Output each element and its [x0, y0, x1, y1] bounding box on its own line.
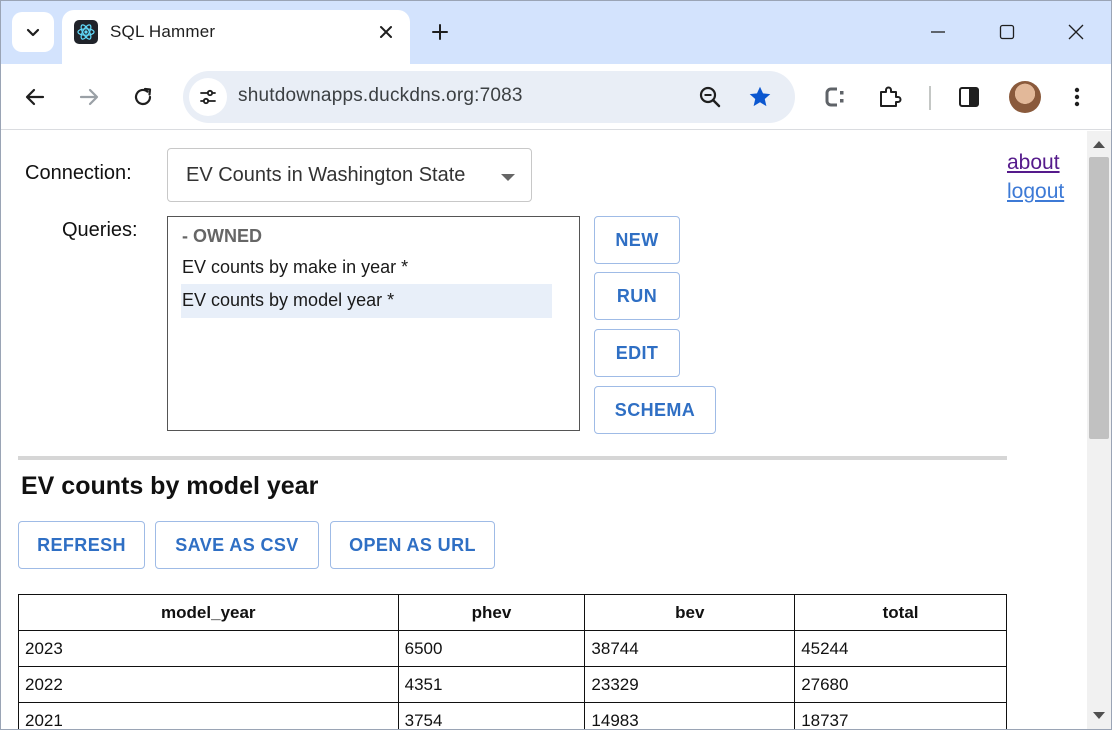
- minimize-icon: [931, 31, 945, 33]
- logout-link[interactable]: logout: [1007, 180, 1064, 204]
- column-header-model-year: model_year: [18, 594, 399, 631]
- cell-phev: 3754: [397, 702, 586, 730]
- close-icon: [1068, 24, 1084, 40]
- tab-active[interactable]: SQL Hammer: [62, 10, 410, 64]
- profile-avatar[interactable]: [1009, 81, 1041, 113]
- queries-listbox[interactable]: - OWNED EV counts by make in year * EV c…: [167, 216, 580, 431]
- address-bar[interactable]: shutdownapps.duckdns.org:7083: [183, 71, 795, 123]
- query-item-model-year[interactable]: EV counts by model year *: [181, 284, 552, 318]
- cell-bev: 38744: [584, 630, 796, 667]
- zoom-out-icon: [699, 86, 721, 108]
- connection-select[interactable]: EV Counts in Washington State: [167, 148, 532, 202]
- cell-total: 18737: [794, 702, 1007, 730]
- c-extension-icon: [825, 87, 844, 107]
- zoom-button[interactable]: [694, 81, 726, 113]
- bookmark-button[interactable]: [744, 81, 776, 113]
- toolbar-divider: [929, 86, 931, 110]
- section-divider: [18, 456, 1007, 460]
- browser-toolbar: shutdownapps.duckdns.org:7083: [0, 64, 1112, 130]
- cell-bev: 14983: [584, 702, 796, 730]
- table-row: 2022 4351 23329 27680: [18, 666, 1007, 703]
- cell-phev: 6500: [397, 630, 586, 667]
- plus-icon: [432, 24, 448, 40]
- column-header-total: total: [794, 594, 1007, 631]
- result-title: EV counts by model year: [21, 472, 319, 500]
- cell-phev: 4351: [397, 666, 586, 703]
- arrow-left-icon: [25, 88, 45, 106]
- reload-icon: [134, 87, 152, 106]
- extension-c-button[interactable]: [818, 80, 852, 114]
- tab-title: SQL Hammer: [110, 22, 216, 41]
- minimize-button[interactable]: [918, 14, 958, 50]
- url-text[interactable]: shutdownapps.duckdns.org:7083: [238, 85, 523, 107]
- side-panel-button[interactable]: [952, 80, 986, 114]
- run-query-button[interactable]: RUN: [594, 272, 680, 320]
- cell-model-year: 2022: [18, 666, 399, 703]
- puzzle-icon: [880, 86, 902, 107]
- page-content: Connection: EV Counts in Washington Stat…: [0, 131, 1087, 730]
- open-as-url-button[interactable]: OPEN AS URL: [330, 521, 495, 569]
- top-links: about logout: [1007, 151, 1064, 209]
- queries-label: Queries:: [62, 219, 138, 241]
- chevron-down-icon: [26, 28, 40, 37]
- refresh-button[interactable]: REFRESH: [18, 521, 145, 569]
- column-header-bev: bev: [584, 594, 796, 631]
- arrow-right-icon: [79, 88, 99, 106]
- scroll-up-icon[interactable]: [1093, 141, 1105, 148]
- column-header-phev: phev: [397, 594, 586, 631]
- forward-button[interactable]: [72, 80, 106, 114]
- back-button[interactable]: [18, 80, 52, 114]
- new-query-button[interactable]: NEW: [594, 216, 680, 264]
- tune-icon: [200, 89, 216, 105]
- tab-close-button[interactable]: [374, 20, 398, 44]
- list-group-owned: - OWNED: [182, 226, 262, 246]
- edit-query-button[interactable]: EDIT: [594, 329, 680, 377]
- side-panel-icon: [959, 87, 979, 107]
- cell-total: 45244: [794, 630, 1007, 667]
- maximize-icon: [999, 24, 1015, 40]
- tab-strip: SQL Hammer: [0, 0, 1112, 64]
- scroll-thumb[interactable]: [1089, 157, 1109, 439]
- schema-button[interactable]: SCHEMA: [594, 386, 716, 434]
- extensions-button[interactable]: [872, 80, 906, 114]
- site-info-button[interactable]: [189, 78, 227, 116]
- table-header-row: model_year phev bev total: [18, 594, 1007, 631]
- page-scrollbar[interactable]: [1087, 131, 1112, 730]
- new-tab-button[interactable]: [426, 18, 454, 46]
- window-close-button[interactable]: [1056, 14, 1096, 50]
- scroll-down-icon[interactable]: [1093, 712, 1105, 719]
- table-row: 2021 3754 14983 18737: [18, 702, 1007, 730]
- cell-model-year: 2021: [18, 702, 399, 730]
- cell-model-year: 2023: [18, 630, 399, 667]
- save-as-csv-button[interactable]: SAVE AS CSV: [155, 521, 319, 569]
- maximize-button[interactable]: [987, 14, 1027, 50]
- connection-label: Connection:: [25, 162, 132, 184]
- react-atom-icon: [74, 20, 98, 44]
- query-item-make-in-year[interactable]: EV counts by make in year *: [181, 251, 552, 285]
- more-vert-icon: [1074, 87, 1080, 107]
- browser-menu-button[interactable]: [1060, 80, 1094, 114]
- cell-bev: 23329: [584, 666, 796, 703]
- reload-button[interactable]: [126, 80, 160, 114]
- about-link[interactable]: about: [1007, 151, 1064, 175]
- table-row: 2023 6500 38744 45244: [18, 630, 1007, 667]
- cell-total: 27680: [794, 666, 1007, 703]
- caret-down-icon: [501, 174, 515, 181]
- close-icon: [380, 26, 392, 38]
- results-table: model_year phev bev total 2023 6500 3874…: [18, 594, 1007, 730]
- tab-search-button[interactable]: [12, 12, 54, 52]
- connection-selected-value: EV Counts in Washington State: [186, 164, 466, 186]
- star-icon: [749, 86, 771, 107]
